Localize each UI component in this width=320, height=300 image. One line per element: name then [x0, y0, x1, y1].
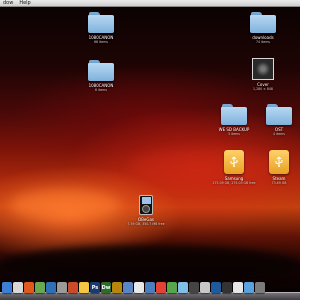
icon-info: 6 items — [95, 88, 107, 92]
dock-app-icon[interactable] — [145, 282, 155, 293]
dock-app-icon[interactable] — [46, 282, 56, 293]
image-file-icon — [252, 58, 274, 80]
dock-app-icon[interactable] — [244, 282, 254, 293]
dock-app-icon[interactable] — [156, 282, 166, 293]
dock-app-icon[interactable] — [2, 282, 12, 293]
icon-info: 7.59 GB, 350.7 MB free — [127, 222, 165, 226]
horizon-shadow — [0, 245, 300, 285]
external-drive-icon — [224, 150, 244, 174]
dock-app-icon[interactable] — [211, 282, 221, 293]
dock-app-icon[interactable] — [178, 282, 188, 293]
icon-info: 1,280 × 848 — [253, 87, 273, 91]
dock-app-icon[interactable] — [200, 282, 210, 293]
dock-app-icon[interactable]: Ps — [90, 282, 100, 293]
dock-app-icon[interactable] — [233, 282, 243, 293]
ipod-icon — [139, 195, 153, 215]
dock-items: Ps Dw — [2, 282, 265, 293]
dock: Ps Dw — [0, 281, 300, 300]
folder-icon — [221, 104, 247, 125]
folder-icon — [250, 12, 276, 33]
dock-app-icon[interactable] — [13, 282, 23, 293]
dock-app-icon[interactable] — [68, 282, 78, 293]
dock-shelf — [0, 292, 300, 300]
menu-item-window[interactable]: dow — [3, 0, 13, 6]
icon-info: 3 items — [228, 132, 240, 136]
dock-app-icon[interactable] — [134, 282, 144, 293]
icon-info: 66 items — [94, 40, 108, 44]
dock-app-icon[interactable] — [222, 282, 232, 293]
dock-app-icon[interactable] — [57, 282, 67, 293]
desktop-icon-ipod[interactable]: OBeGas 7.59 GB, 350.7 MB free — [116, 195, 176, 226]
dock-app-icon[interactable] — [35, 282, 45, 293]
dock-app-icon[interactable] — [189, 282, 199, 293]
cloud-glow — [10, 190, 120, 220]
desktop-icon-cover[interactable]: Cover 1,280 × 848 — [233, 58, 293, 91]
icon-info: 74 items — [256, 40, 270, 44]
dock-app-icon[interactable] — [24, 282, 34, 293]
desktop-icon-1080canon[interactable]: 1080CANON 66 items — [71, 12, 131, 44]
folder-icon — [88, 12, 114, 33]
desktop-icon-1080canon-2[interactable]: 1080CANON 6 items — [71, 60, 131, 92]
menu-bar: dow Help — [0, 0, 300, 7]
desktop: dow Help 1080CANON 66 items 1080CANON 6 … — [0, 0, 300, 300]
external-drive-icon — [269, 150, 289, 174]
menu-item-help[interactable]: Help — [19, 0, 30, 6]
desktop-icon-downloads[interactable]: downloads 74 items — [233, 12, 293, 44]
folder-icon — [266, 104, 292, 125]
desktop-icon-steam-drive[interactable]: Steam 73.89 GB — [249, 150, 300, 185]
dock-app-icon[interactable] — [167, 282, 177, 293]
folder-icon — [88, 60, 114, 81]
icon-info: 4 items — [273, 132, 285, 136]
dock-app-icon[interactable] — [123, 282, 133, 293]
dock-app-icon[interactable] — [112, 282, 122, 293]
dock-app-icon[interactable]: Dw — [101, 282, 111, 293]
dock-app-icon[interactable] — [255, 282, 265, 293]
dock-app-icon[interactable] — [79, 282, 89, 293]
desktop-icon-ost[interactable]: OST 4 items — [249, 104, 300, 136]
icon-info: 73.89 GB — [271, 181, 287, 185]
